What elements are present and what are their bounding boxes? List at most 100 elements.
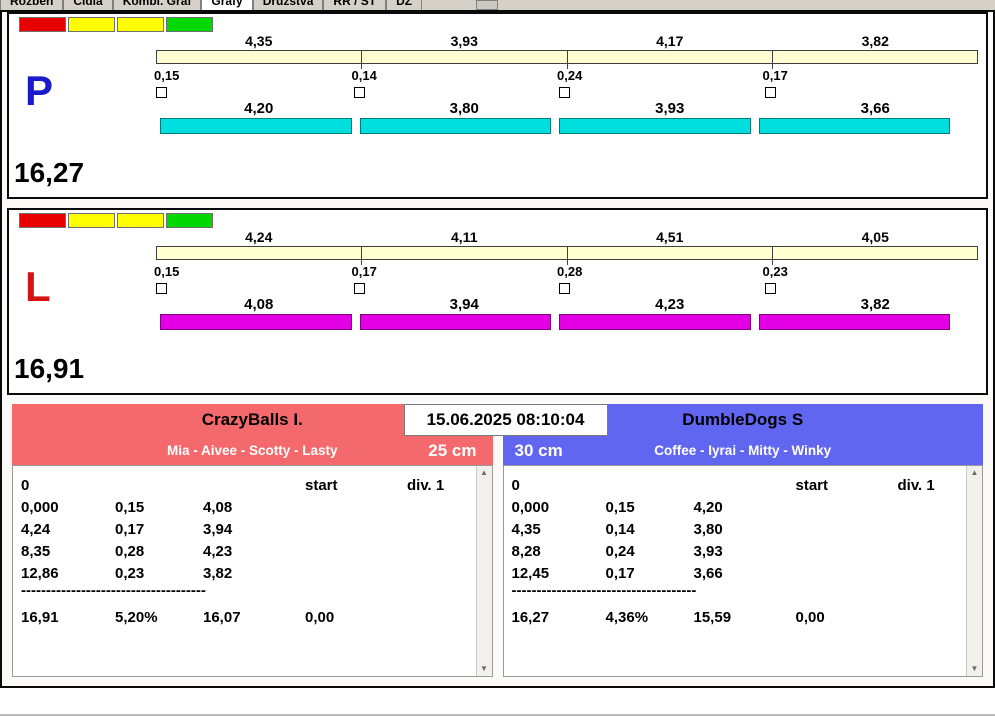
cell: 3,66 — [693, 564, 723, 582]
bar-cell — [555, 118, 755, 135]
scroll-down-icon[interactable]: ▼ — [480, 665, 488, 673]
cell: 8,28 — [511, 542, 541, 560]
cell: 4,23 — [203, 542, 233, 560]
lane-l-dog-bars — [156, 314, 978, 331]
split-value: 3,82 — [861, 33, 889, 49]
team-subheader: Mia - Aivee - Scotty - Lasty 25 cm — [12, 436, 493, 465]
cell: 4,35 — [511, 520, 541, 538]
split-value: 4,11 — [451, 229, 478, 245]
start-label: start — [305, 476, 338, 494]
upper-bar-segment — [362, 51, 568, 69]
scroll-up-icon[interactable]: ▲ — [480, 469, 488, 477]
tab-rr-st[interactable]: RR / ST — [323, 0, 387, 10]
tab-label: Družstva — [262, 0, 314, 8]
net-time: 16,07 — [203, 608, 241, 626]
legend-yellow-box — [68, 213, 115, 228]
sensor-checkbox[interactable] — [353, 87, 365, 98]
dog-time-value: 3,93 — [655, 100, 685, 117]
tab-grafy[interactable]: Grafy — [201, 0, 253, 10]
sensor-checkbox[interactable] — [764, 87, 776, 98]
bar-cell — [156, 314, 356, 331]
start-label: start — [795, 476, 829, 494]
change-time-group: 0,23 — [763, 264, 833, 294]
tab-label: Grafy — [211, 0, 243, 8]
lane-p-upper-split-values: 4,35 3,93 4,17 3,82 — [156, 33, 978, 49]
sensor-checkbox[interactable] — [156, 87, 167, 98]
result-header-row: 0 start div. 1 — [21, 474, 470, 496]
sensor-checkbox[interactable] — [156, 283, 167, 294]
dog-time-value: 4,23 — [655, 296, 685, 313]
change-time-group: 0,17 — [352, 264, 422, 294]
tab-scrollbar-thumb[interactable] — [476, 0, 499, 10]
change-time-group: 0,28 — [557, 264, 627, 294]
dog-time-bar — [758, 118, 950, 134]
tab-bar-filler — [498, 0, 995, 10]
bar-cell — [356, 118, 556, 135]
tab-cidla[interactable]: Čidla — [63, 0, 113, 10]
percent-value: 4,36% — [605, 608, 649, 626]
split-value: 4,05 — [861, 229, 889, 245]
dog-time-value: 4,20 — [244, 100, 274, 117]
summary-row: 16,27 4,36% 15,59 0,00 — [512, 606, 961, 628]
sensor-checkbox[interactable] — [353, 283, 365, 294]
tab-label: Čidla — [73, 0, 103, 8]
dog-time-bar — [359, 118, 551, 134]
change-time-group: 0,17 — [763, 68, 833, 98]
scroll-down-icon[interactable]: ▼ — [971, 665, 979, 673]
tab-label: Rozběh — [10, 0, 54, 8]
lane-l-upper-split-values: 4,24 4,11 4,51 4,05 — [156, 229, 978, 245]
dog-time-value: 3,66 — [860, 100, 890, 117]
team-result-boxes: 0 start div. 1 0,000 0,15 4,08 4,24 0,17… — [12, 465, 983, 677]
cell: 0 — [511, 476, 520, 494]
lane-panel-l: 4,24 4,11 4,51 4,05 0,15 0,17 0,28 0,23 … — [7, 208, 988, 395]
cell: 4,24 — [21, 520, 51, 538]
tab-label: Kombi. Graf — [122, 0, 192, 8]
dog-time-value: 3,80 — [449, 100, 479, 117]
lane-l-letter: L — [25, 263, 51, 310]
lane-p-letter: P — [25, 67, 54, 114]
legend-yellow-box — [68, 17, 115, 32]
dog-time-bar — [359, 314, 551, 330]
vertical-scrollbar[interactable]: ▲ ▼ — [475, 466, 492, 676]
legend-green-box — [166, 213, 213, 228]
dog-time-value: 3,82 — [860, 296, 890, 313]
sensor-checkbox[interactable] — [559, 87, 570, 98]
scroll-up-icon[interactable]: ▲ — [971, 469, 979, 477]
sensor-checkbox[interactable] — [559, 283, 570, 294]
lane-l-change-times: 0,15 0,17 0,28 0,23 — [154, 264, 978, 300]
legend-red-box — [19, 17, 66, 32]
tab-label: RR / ST — [333, 0, 377, 8]
main-area: 4,35 3,93 4,17 3,82 0,15 0,14 0,24 0,17 … — [0, 10, 995, 688]
cell: 0,15 — [605, 498, 635, 516]
bar-cell — [156, 118, 356, 135]
result-row: 0,000 0,15 4,20 — [512, 496, 961, 518]
cell: 0,000 — [511, 498, 550, 516]
legend-red-box — [19, 213, 66, 228]
dog-time-bar — [758, 314, 950, 330]
dog-time-value: 3,94 — [449, 296, 479, 313]
split-value: 3,93 — [450, 33, 478, 49]
teams-section: 15.06.2025 08:10:04 CrazyBalls I. Mia - … — [12, 404, 983, 677]
team-dogs: Mia - Aivee - Scotty - Lasty — [166, 443, 338, 458]
lane-l-dog-times: 4,08 3,94 4,23 3,82 — [156, 296, 978, 313]
tab-kombi-graf[interactable]: Kombi. Graf — [112, 0, 202, 10]
split-value: 4,17 — [656, 33, 684, 49]
bar-cell — [555, 314, 755, 331]
vertical-scrollbar[interactable]: ▲ ▼ — [966, 466, 982, 676]
change-time-group: 0,15 — [154, 264, 224, 294]
result-row: 4,35 0,14 3,80 — [512, 518, 961, 540]
upper-bar-segment — [362, 247, 568, 265]
cell: 12,86 — [21, 564, 59, 582]
app-window: Rozběh Čidla Kombi. Graf Grafy Družstva … — [0, 0, 995, 716]
change-time-value: 0,14 — [351, 68, 377, 83]
cell: 3,80 — [693, 520, 723, 538]
upper-bar-segment — [773, 51, 977, 63]
tab-druzstva[interactable]: Družstva — [252, 0, 324, 10]
lane-p-dog-bars — [156, 118, 978, 135]
cell: 0,17 — [115, 520, 145, 538]
cell: 3,94 — [203, 520, 233, 538]
result-row: 0,000 0,15 4,08 — [21, 496, 470, 518]
sensor-checkbox[interactable] — [764, 283, 776, 294]
tab-dz[interactable]: DZ — [386, 0, 423, 10]
tab-rozbeh[interactable]: Rozběh — [0, 0, 64, 10]
